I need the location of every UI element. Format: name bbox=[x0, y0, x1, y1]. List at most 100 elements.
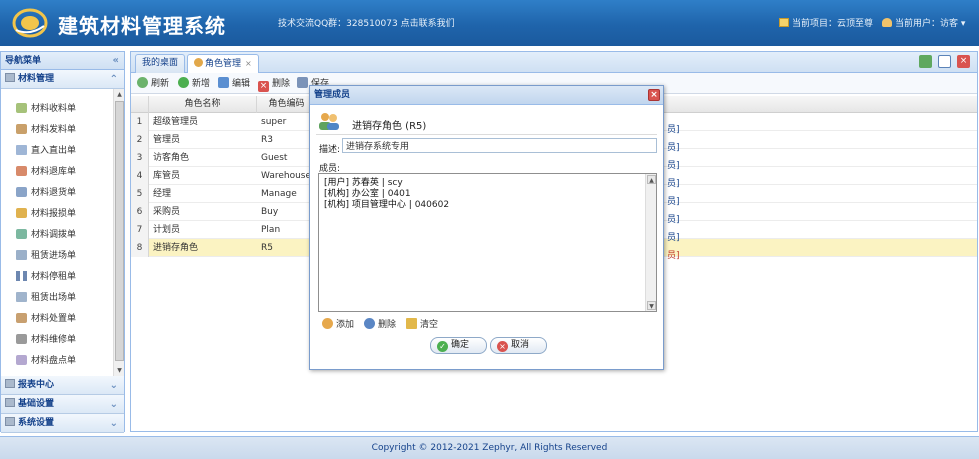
refresh-icon[interactable] bbox=[919, 55, 932, 68]
sidebar-item-inventory[interactable]: 材料盘点单 bbox=[16, 354, 76, 368]
grid-header-code[interactable]: 角色编码 bbox=[257, 96, 317, 113]
role-name: 访客角色 bbox=[153, 153, 190, 163]
description-input[interactable] bbox=[342, 138, 657, 153]
sidebar-item-transfer[interactable]: 材料调拨单 bbox=[16, 228, 76, 242]
nav-scrollbar[interactable]: ▲ ▼ bbox=[113, 89, 124, 377]
member-link[interactable]: 员] bbox=[667, 158, 680, 171]
tab-role-management[interactable]: 角色管理 × bbox=[187, 54, 259, 74]
scroll-down-icon[interactable]: ▼ bbox=[115, 366, 124, 376]
clear-members-button[interactable]: 清空 bbox=[406, 318, 438, 332]
collapse-icon[interactable]: « bbox=[113, 52, 119, 70]
nav-group-basic[interactable]: 基础设置 ⌄ bbox=[1, 395, 124, 414]
sidebar-item-repair[interactable]: 材料维修单 bbox=[16, 333, 76, 347]
close-icon[interactable]: × bbox=[245, 59, 252, 68]
row-number: 1 bbox=[131, 113, 149, 131]
tab-bar: 我的桌面 角色管理 × × bbox=[131, 52, 977, 74]
list-item[interactable]: [机构] 办公室 | 0401 bbox=[324, 189, 411, 200]
dispose-icon bbox=[16, 313, 27, 323]
nav-group-material[interactable]: 材料管理 ⌃ bbox=[1, 70, 124, 89]
sidebar-item-damage[interactable]: 材料报损单 bbox=[16, 207, 76, 221]
add-button[interactable]: 新增 bbox=[178, 77, 210, 91]
app-title: 建筑材料管理系统 bbox=[58, 14, 226, 38]
chevron-down-icon: ⌄ bbox=[109, 399, 118, 410]
members-scrollbar[interactable]: ▲ ▼ bbox=[645, 174, 656, 311]
edit-button[interactable]: 编辑 bbox=[218, 77, 250, 91]
role-name: 库管员 bbox=[153, 171, 181, 181]
add-member-button[interactable]: 添加 bbox=[322, 318, 354, 332]
sidebar-item-rent-in[interactable]: 租赁进场单 bbox=[16, 249, 76, 263]
nav-group-reports[interactable]: 报表中心 ⌄ bbox=[1, 376, 124, 395]
list-item[interactable]: [用户] 苏春英 | scy bbox=[324, 178, 403, 189]
maximize-icon[interactable] bbox=[938, 55, 951, 68]
sidebar-item-direct[interactable]: 直入直出单 bbox=[16, 144, 76, 158]
member-code: 040602 bbox=[414, 200, 450, 210]
member-link[interactable]: 员] bbox=[667, 212, 680, 225]
refresh-button[interactable]: 刷新 bbox=[137, 77, 169, 91]
row-number: 5 bbox=[131, 185, 149, 203]
sidebar-item-rent-out[interactable]: 租赁出场单 bbox=[16, 291, 76, 305]
sidebar-item-return-stock[interactable]: 材料退库单 bbox=[16, 165, 76, 179]
scroll-down-icon[interactable]: ▼ bbox=[647, 301, 656, 310]
qq-contact-link[interactable]: 技术交流QQ群：328510073 点击联系我们 bbox=[278, 16, 455, 29]
footer: Copyright © 2012-2021 Zephyr, All Rights… bbox=[0, 436, 979, 459]
current-user-menu[interactable]: 当前用户：访客 ▾ bbox=[882, 16, 965, 29]
remove-member-button[interactable]: 删除 bbox=[364, 318, 396, 332]
current-project[interactable]: 当前项目：云顶至尊 bbox=[779, 16, 873, 29]
sidebar-item-return-goods[interactable]: 材料退货单 bbox=[16, 186, 76, 200]
member-link[interactable]: 员] bbox=[667, 176, 680, 189]
confirm-button[interactable]: ✓ 确定 bbox=[430, 337, 487, 354]
member-link[interactable]: 员] bbox=[667, 122, 680, 135]
member-link[interactable]: 员] bbox=[667, 230, 680, 243]
receive-icon bbox=[16, 103, 27, 113]
pause-icon bbox=[16, 271, 27, 281]
sidebar-item-label: 租赁进场单 bbox=[31, 251, 77, 261]
member-link[interactable]: 员] bbox=[667, 248, 680, 261]
list-item[interactable]: [机构] 项目管理中心 | 040602 bbox=[324, 200, 449, 211]
remove-user-icon bbox=[364, 318, 375, 329]
member-link[interactable]: 员] bbox=[667, 140, 680, 153]
role-icon bbox=[194, 58, 203, 67]
dialog-header[interactable]: 管理成员 × bbox=[310, 86, 663, 105]
sidebar-item-label: 材料盘点单 bbox=[31, 356, 77, 366]
refresh-label: 刷新 bbox=[151, 79, 170, 89]
sidebar-item-issue[interactable]: 材料发料单 bbox=[16, 123, 76, 137]
inventory-icon bbox=[16, 355, 27, 365]
role-code: Guest bbox=[261, 153, 288, 163]
tab-desktop[interactable]: 我的桌面 bbox=[135, 54, 186, 73]
description-label: 描述: bbox=[319, 145, 341, 155]
sidebar-item-rent-stop[interactable]: 材料停租单 bbox=[16, 270, 76, 284]
nav-group-system[interactable]: 系统设置 ⌄ bbox=[1, 414, 124, 433]
grid-header-name[interactable]: 角色名称 bbox=[149, 96, 257, 113]
chevron-down-icon: ▾ bbox=[960, 19, 966, 29]
members-list[interactable]: [用户] 苏春英 | scy [机构] 办公室 | 0401 [机构] 项目管理… bbox=[318, 173, 657, 312]
scroll-up-icon[interactable]: ▲ bbox=[647, 175, 656, 184]
close-all-icon[interactable]: × bbox=[957, 55, 970, 68]
sidebar-item-label: 材料处置单 bbox=[31, 314, 77, 324]
member-code: 0401 bbox=[387, 189, 411, 199]
member-link[interactable]: 员] bbox=[667, 194, 680, 207]
divider bbox=[316, 134, 657, 135]
sidebar-item-receive[interactable]: 材料收料单 bbox=[16, 102, 76, 116]
rent-in-icon bbox=[16, 250, 27, 260]
clear-members-label: 清空 bbox=[420, 320, 439, 330]
refresh-icon bbox=[137, 77, 148, 88]
sidebar-item-label: 材料收料单 bbox=[31, 104, 77, 114]
check-icon: ✓ bbox=[437, 341, 448, 352]
role-name: 超级管理员 bbox=[153, 117, 199, 127]
close-icon[interactable]: × bbox=[648, 89, 660, 101]
sidebar-item-label: 租赁出场单 bbox=[31, 293, 77, 303]
role-code: Warehouse bbox=[261, 171, 311, 181]
cancel-button[interactable]: × 取消 bbox=[490, 337, 547, 354]
scroll-thumb[interactable] bbox=[115, 101, 124, 361]
copyright-text: Copyright © 2012-2021 Zephyr, All Rights… bbox=[371, 443, 608, 453]
users-icon bbox=[319, 113, 339, 130]
delete-button[interactable]: × 删除 bbox=[258, 77, 290, 92]
report-icon bbox=[5, 379, 15, 388]
cancel-label: 取消 bbox=[511, 340, 530, 350]
member-sep: | bbox=[378, 178, 388, 188]
damage-icon bbox=[16, 208, 27, 218]
sidebar-item-dispose[interactable]: 材料处置单 bbox=[16, 312, 76, 326]
row-number: 3 bbox=[131, 149, 149, 167]
nav-group-label: 报表中心 bbox=[18, 380, 55, 390]
scroll-up-icon[interactable]: ▲ bbox=[115, 90, 124, 100]
